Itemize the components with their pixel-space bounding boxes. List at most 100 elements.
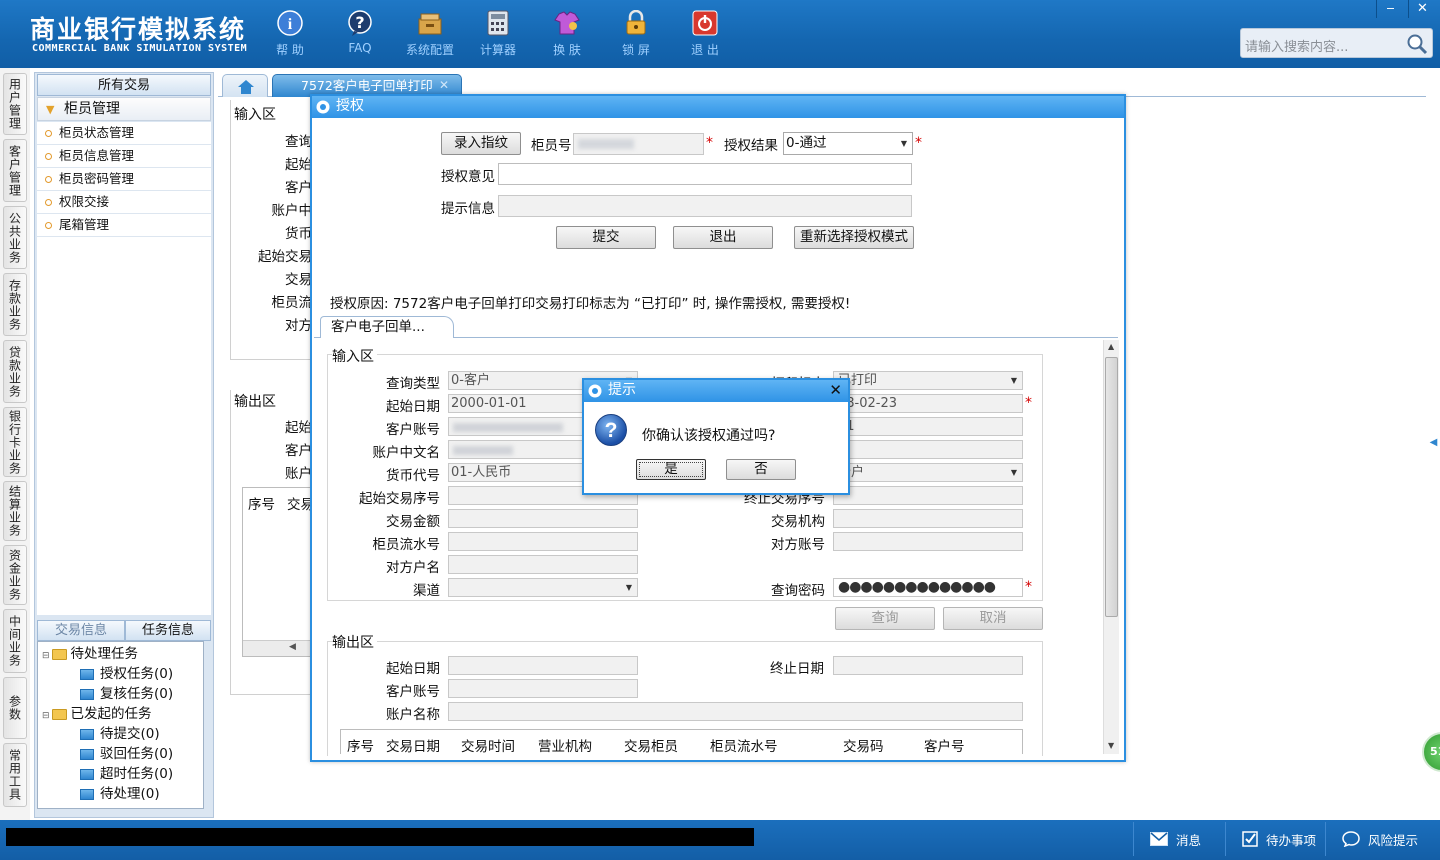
risk-tips-button[interactable]: 风险提示 <box>1325 822 1435 856</box>
messages-button[interactable]: 消息 <box>1133 822 1225 856</box>
input-field <box>833 486 1023 505</box>
config-button[interactable]: 系统配置 <box>400 6 460 62</box>
submit-button[interactable]: 提交 <box>556 226 656 249</box>
menu-teller-password[interactable]: 柜员密码管理 <box>37 168 211 191</box>
app-logo-icon <box>316 100 330 114</box>
tree-item-to-submit[interactable]: 待提交(0) <box>42 724 203 744</box>
required-mark: * <box>706 135 713 151</box>
home-tab[interactable] <box>222 74 268 97</box>
input-field: 28-02-23 <box>833 394 1023 413</box>
task-icon <box>80 768 94 780</box>
scroll-up-icon[interactable]: ▲ <box>1108 342 1114 351</box>
help-label: 帮 助 <box>276 43 304 57</box>
task-icon <box>80 688 94 700</box>
bg-table-scrollbar[interactable]: ◀ <box>243 640 315 656</box>
channel-select[interactable]: ▼ <box>448 578 638 597</box>
tree-item-review-tasks[interactable]: 复核任务(0) <box>42 684 203 704</box>
group-label: 柜员管理 <box>64 101 120 117</box>
dropdown-arrow-icon: ▼ <box>625 583 632 592</box>
query-button[interactable]: 查询 <box>835 607 935 630</box>
todo-button[interactable]: 待办事项 <box>1225 822 1325 856</box>
fingerprint-button[interactable]: 录入指纹 <box>441 132 521 155</box>
cancel-button[interactable]: 取消 <box>943 607 1043 630</box>
tree-node-pending[interactable]: ⊟ 待处理任务 <box>42 644 203 664</box>
help-button[interactable]: i 帮 助 <box>260 6 320 62</box>
select-field[interactable]: 已打印 ▼ <box>833 371 1023 390</box>
vtab-loan[interactable]: 贷款业务 <box>3 340 27 403</box>
bg-label-teller-seq: 柜员流 <box>271 295 313 311</box>
reselect-mode-button[interactable]: 重新选择授权模式 <box>794 226 914 249</box>
tree-item-auth-tasks[interactable]: 授权任务(0) <box>42 664 203 684</box>
menu-cash-box[interactable]: 尾箱管理 <box>37 214 211 237</box>
tab-task-info[interactable]: 任务信息 <box>125 620 211 641</box>
search-input[interactable]: 请输入搜索内容... <box>1245 36 1348 55</box>
vtab-public-business[interactable]: 公共业务 <box>3 206 27 269</box>
calculator-button[interactable]: 计算器 <box>468 6 528 62</box>
tree-label: 待处理任务 <box>70 646 139 662</box>
close-window-button[interactable]: ✕ <box>1408 0 1436 18</box>
confirm-titlebar: 提示 ✕ <box>584 380 848 402</box>
tree-node-initiated[interactable]: ⊟ 已发起的任务 <box>42 704 203 724</box>
confirm-no-button[interactable]: 否 <box>726 459 796 480</box>
field-value: 0-客户 <box>451 373 490 388</box>
query-password-field[interactable]: ●●●●●●●●●●●●●● <box>833 578 1023 597</box>
faq-button[interactable]: ? FAQ <box>330 6 390 62</box>
skin-icon <box>553 9 581 37</box>
scroll-down-icon[interactable]: ▼ <box>1108 741 1114 750</box>
vtab-user-management[interactable]: 用户管理 <box>3 73 27 135</box>
teller-no-field[interactable] <box>573 133 704 155</box>
minimize-button[interactable]: ‒ <box>1376 0 1404 18</box>
out-label-end-date: 终止日期 <box>770 661 824 677</box>
confirm-yes-button[interactable]: 是 <box>636 459 706 480</box>
tree-label: 已发起的任务 <box>70 706 152 722</box>
lock-screen-button[interactable]: 锁 屏 <box>606 6 666 62</box>
app-header: 商业银行模拟系统 COMMERCIAL BANK SIMULATION SYST… <box>0 0 1440 68</box>
teller-management-group[interactable]: ▼ 柜员管理 <box>37 97 211 121</box>
bg-label-start: 起始 <box>285 157 312 173</box>
vtab-intermediary[interactable]: 中间业务 <box>3 609 27 673</box>
col-teller: 交易柜员 <box>624 739 678 755</box>
menu-teller-status[interactable]: 柜员状态管理 <box>37 122 211 145</box>
vtab-bank-card[interactable]: 银行卡业务 <box>3 407 27 477</box>
confirm-close-icon[interactable]: ✕ <box>829 380 842 401</box>
tree-item-timeout[interactable]: 超时任务(0) <box>42 764 203 784</box>
search-icon[interactable] <box>1406 33 1428 55</box>
tree-item-rejected[interactable]: 驳回任务(0) <box>42 744 203 764</box>
tree-item-processing[interactable]: 待处理(0) <box>42 784 203 804</box>
field-value: 01-人民币 <box>451 465 512 480</box>
input-label: 查询类型 <box>386 376 440 392</box>
col-seq: 序号 <box>347 739 374 755</box>
col-branch: 营业机构 <box>538 739 592 755</box>
inner-tab-receipt[interactable]: 客户电子回单... <box>320 316 454 338</box>
menu-teller-info[interactable]: 柜员信息管理 <box>37 145 211 168</box>
menu-permission-handover[interactable]: 权限交接 <box>37 191 211 214</box>
scroll-thumb[interactable] <box>1105 357 1118 617</box>
auth-result-select[interactable]: 0-通过 ▼ <box>783 132 913 155</box>
bg-label-start-seq: 起始交易 <box>258 249 312 265</box>
close-tab-icon[interactable]: ✕ <box>439 75 449 96</box>
tab-transaction-info[interactable]: 交易信息 <box>37 620 125 641</box>
vtab-common-tools[interactable]: 常用工具 <box>3 743 27 807</box>
exit-dialog-button[interactable]: 退出 <box>673 226 773 249</box>
skin-button[interactable]: 换 肤 <box>537 6 597 62</box>
select-field[interactable]: 钞户 ▼ <box>833 463 1023 482</box>
floating-badge[interactable]: 51 <box>1422 732 1440 772</box>
input-field <box>833 532 1023 551</box>
faq-label: FAQ <box>348 41 372 55</box>
scroll-left-icon[interactable]: ◀ <box>289 642 296 652</box>
vtab-customer-management[interactable]: 客户管理 <box>3 139 27 202</box>
vtab-settlement[interactable]: 结算业务 <box>3 481 27 541</box>
exit-button[interactable]: 退 出 <box>675 6 735 62</box>
collapse-arrow-icon[interactable]: ◀ <box>1427 420 1440 466</box>
auth-dialog-titlebar: 授权 <box>312 96 1124 118</box>
mail-icon <box>1150 832 1168 846</box>
dropdown-arrow-icon: ▼ <box>900 139 907 148</box>
vtab-deposit[interactable]: 存款业务 <box>3 273 27 336</box>
inner-scrollbar[interactable]: ▲ ▼ <box>1103 340 1119 754</box>
vtab-parameters[interactable]: 参数 <box>3 677 27 739</box>
vtab-funds[interactable]: 资金业务 <box>3 545 27 605</box>
search-box[interactable]: 请输入搜索内容... <box>1240 28 1433 58</box>
input-field: 01 <box>833 417 1023 436</box>
col-teller-seq: 柜员流水号 <box>710 739 778 755</box>
auth-opinion-input[interactable] <box>498 163 912 185</box>
